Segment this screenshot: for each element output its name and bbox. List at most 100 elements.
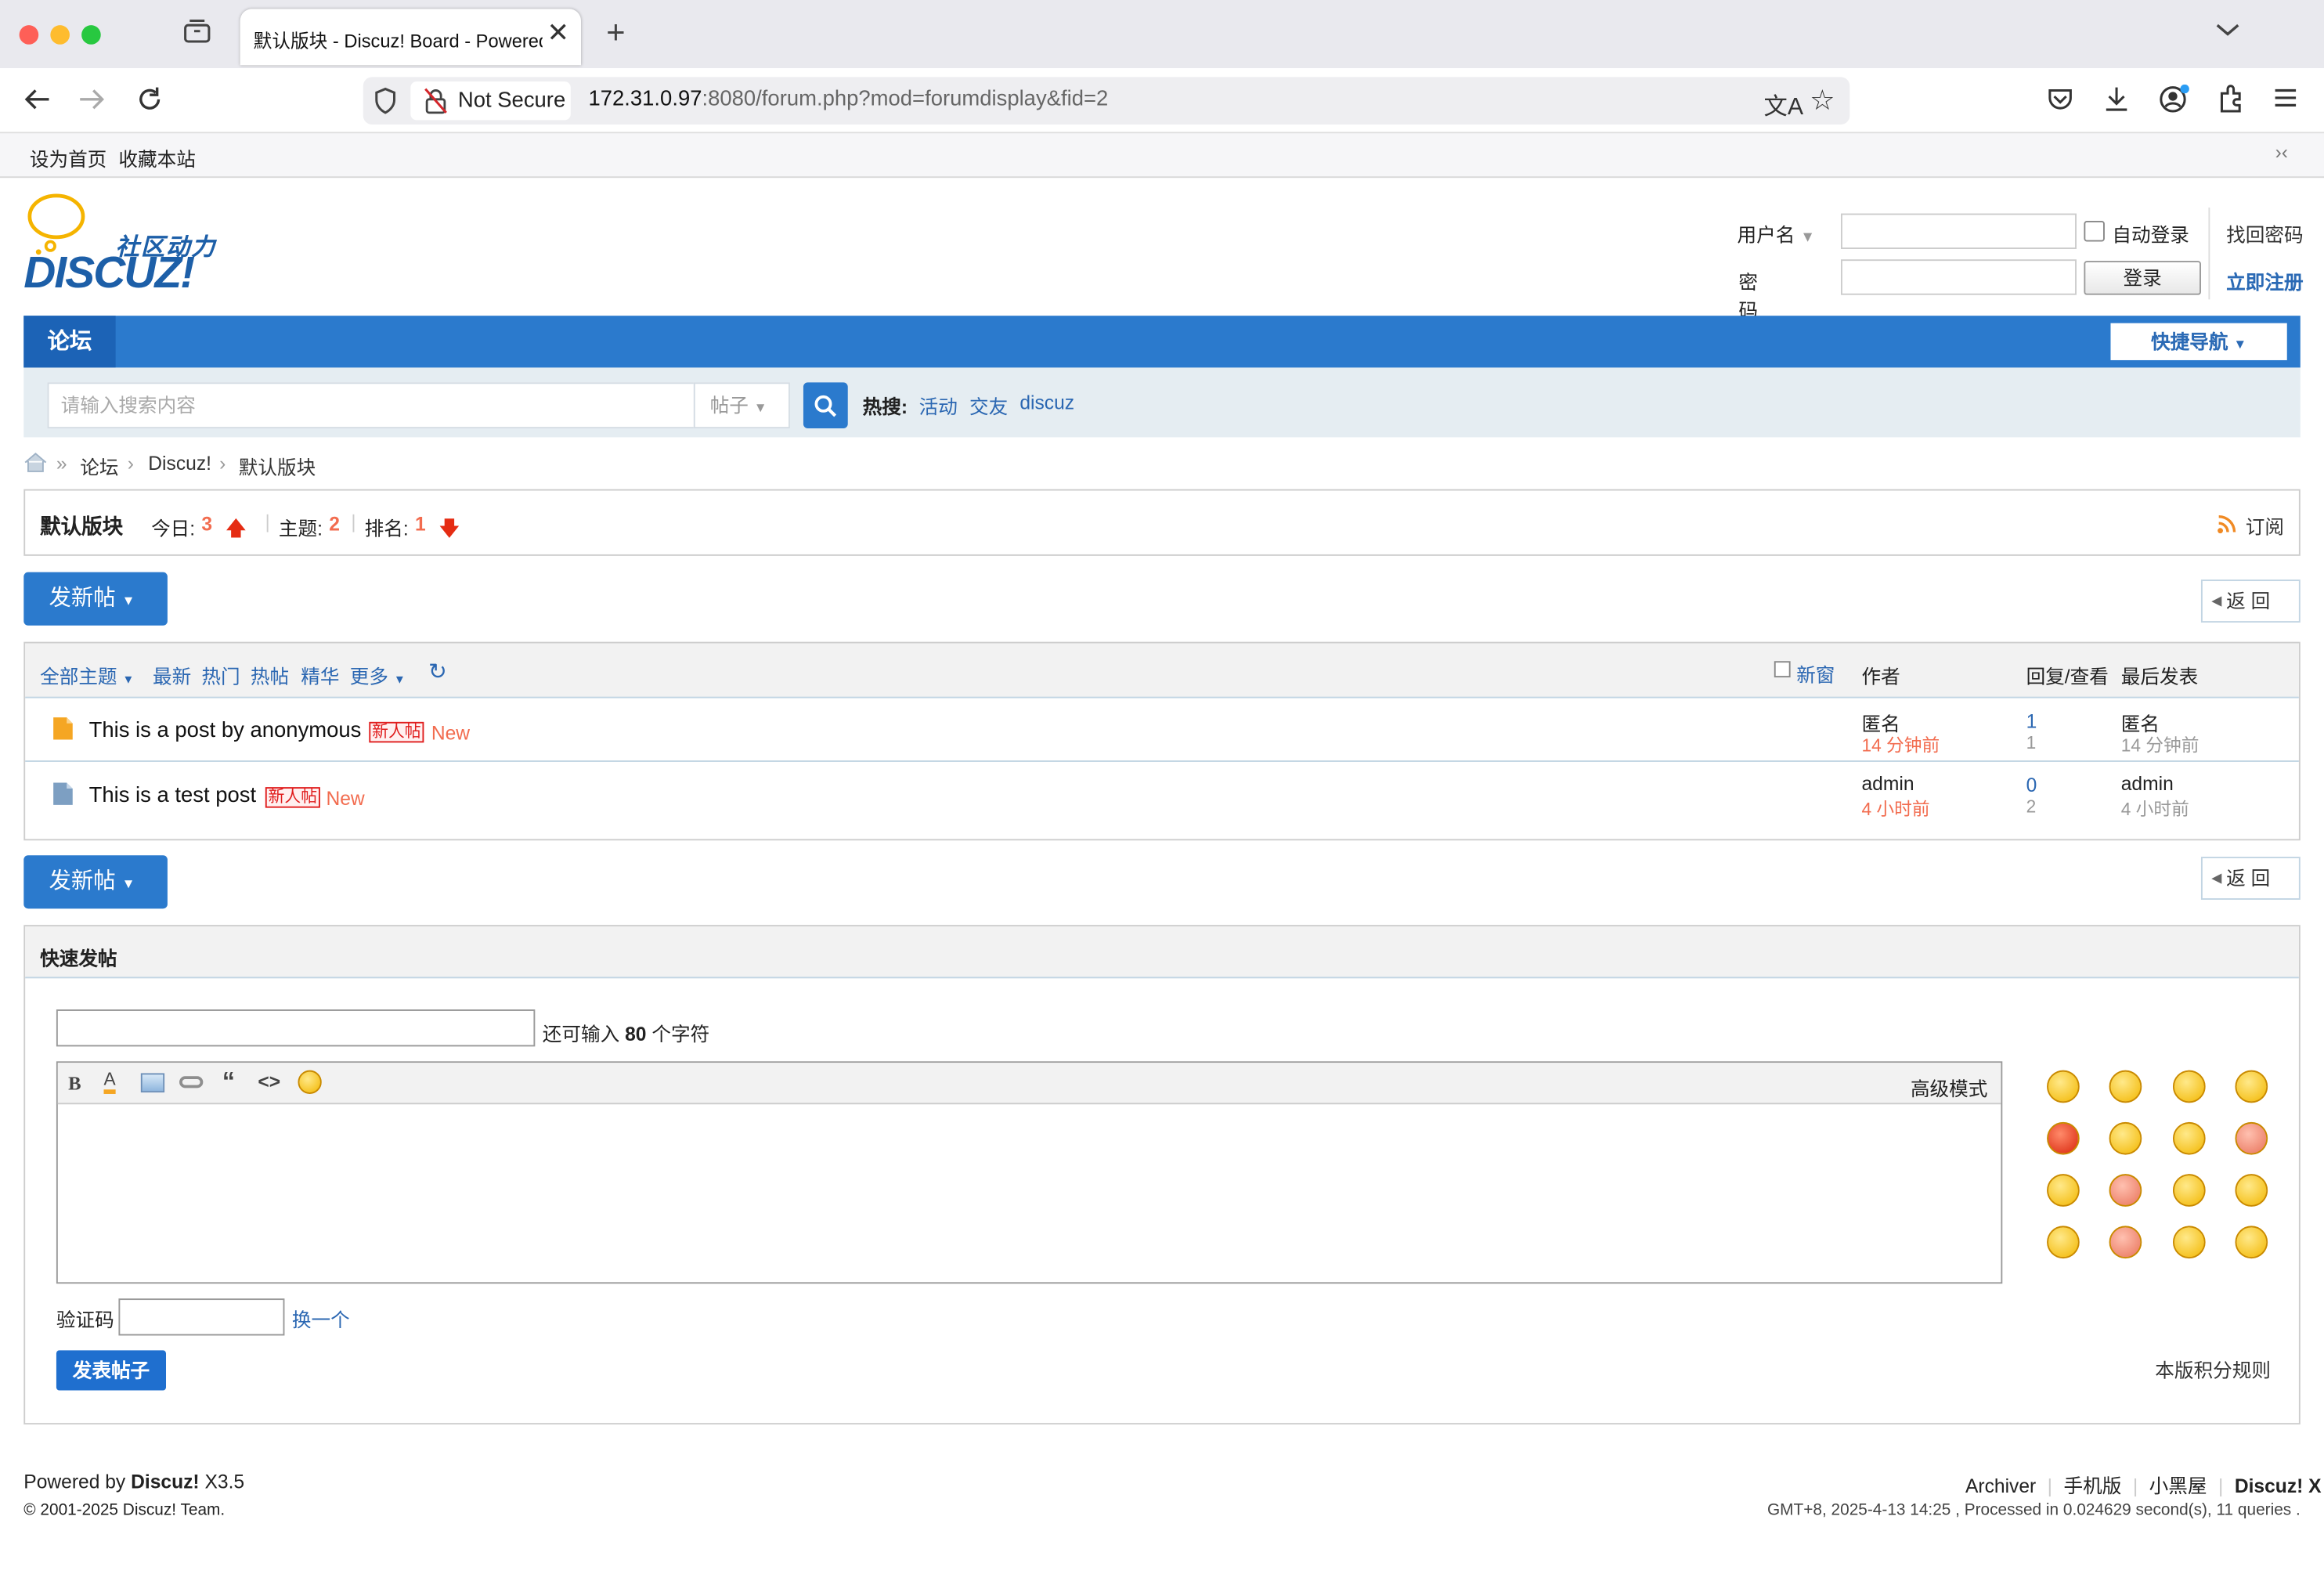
footer-brand[interactable]: Discuz! X [2235, 1475, 2322, 1496]
url-text[interactable]: 172.31.0.97:8080/forum.php?mod=forumdisp… [588, 88, 1108, 111]
tab-overview-icon[interactable] [182, 18, 212, 52]
breadcrumb-forum[interactable]: 论坛 [80, 452, 118, 480]
advanced-mode-link[interactable]: 高级模式 [1911, 1073, 1987, 1101]
bookmark-set-home[interactable]: 设为首页 [30, 144, 106, 172]
hot-term-dating[interactable]: 交友 [969, 392, 1008, 420]
submit-post-button[interactable]: 发表帖子 [56, 1350, 167, 1391]
refresh-icon[interactable]: ↻ [428, 658, 447, 684]
auto-login-checkbox[interactable] [2084, 221, 2105, 242]
shield-icon[interactable] [374, 87, 397, 119]
hot-term-activity[interactable]: 活动 [919, 392, 958, 420]
tab-list-chevron-icon[interactable] [2214, 21, 2241, 43]
collapse-icon[interactable]: ›‹ [2275, 141, 2288, 163]
search-input[interactable]: 请输入搜索内容 [47, 382, 695, 429]
smiley-icon[interactable] [2235, 1121, 2268, 1155]
filter-popular[interactable]: 热门 [201, 661, 240, 689]
footer-archiver-link[interactable]: Archiver [1965, 1475, 2036, 1496]
thread-title[interactable]: This is a post by anonymous [89, 719, 362, 742]
smiley-icon[interactable] [2047, 1226, 2080, 1259]
reload-icon[interactable] [135, 85, 164, 119]
breadcrumb-current[interactable]: 默认版块 [239, 452, 316, 480]
search-type-select[interactable]: 帖子 ▼ [693, 382, 790, 429]
address-bar[interactable]: Not Secure 172.31.0.97:8080/forum.php?mo… [363, 77, 1850, 125]
thread-title[interactable]: This is a test post [89, 784, 257, 807]
filter-more[interactable]: 更多 ▼ [350, 661, 406, 689]
smiley-icon[interactable] [2235, 1226, 2268, 1259]
smiley-icon[interactable] [2047, 1121, 2080, 1155]
quick-nav-button[interactable]: 快捷导航 ▼ [2110, 323, 2287, 360]
credit-rules-link[interactable]: 本版积分规则 [2155, 1355, 2271, 1383]
account-icon[interactable] [2158, 84, 2191, 119]
username-label[interactable]: 用户名 ▼ [1737, 219, 1814, 247]
browser-tab[interactable]: 默认版块 - Discuz! Board - Powered ✕ [240, 9, 582, 66]
thread-last-author[interactable]: admin [2121, 772, 2174, 794]
smiley-icon[interactable] [2047, 1070, 2080, 1103]
filter-all-topics[interactable]: 全部主题 ▼ [40, 661, 134, 689]
smiley-icon[interactable] [2109, 1174, 2142, 1207]
close-window-button[interactable] [19, 25, 39, 45]
powered-by-brand[interactable]: Discuz! [131, 1471, 200, 1493]
link-icon[interactable] [179, 1076, 204, 1088]
translate-icon[interactable]: 文A [1764, 86, 1804, 121]
table-row[interactable]: This is a test post 新人帖 New admin 4 小时前 … [25, 764, 2299, 827]
footer-mobile-link[interactable]: 手机版 [2064, 1475, 2122, 1496]
thread-replies[interactable]: 0 [2026, 774, 2037, 796]
filter-latest[interactable]: 最新 [153, 661, 191, 689]
smiley-icon[interactable] [2235, 1070, 2268, 1103]
breadcrumb-discuz[interactable]: Discuz! [148, 452, 211, 474]
bookmark-favorite[interactable]: 收藏本站 [118, 144, 195, 172]
code-icon[interactable]: <> [258, 1070, 280, 1092]
smiley-icon[interactable] [2235, 1174, 2268, 1207]
back-arrow-icon[interactable] [22, 86, 52, 117]
filter-digest[interactable]: 精华 [301, 661, 339, 689]
minimize-window-button[interactable] [50, 25, 70, 45]
copyright-brand[interactable]: Discuz! Team. [123, 1502, 225, 1520]
maximize-window-button[interactable] [81, 25, 101, 45]
new-window-label[interactable]: 新窗 [1796, 659, 1835, 688]
hot-term-discuz[interactable]: discuz [1019, 392, 1074, 413]
smiley-icon[interactable] [2172, 1226, 2206, 1259]
not-secure-badge[interactable]: Not Secure [410, 81, 571, 121]
extensions-icon[interactable] [2216, 85, 2246, 119]
pocket-icon[interactable] [2045, 86, 2075, 117]
captcha-change-link[interactable]: 换一个 [292, 1305, 350, 1333]
register-link[interactable]: 立即注册 [2226, 267, 2303, 295]
quote-icon[interactable]: “ [222, 1067, 235, 1097]
image-icon[interactable] [140, 1073, 165, 1093]
back-button[interactable]: ◀ 返 回 [2200, 579, 2301, 623]
smiley-icon[interactable] [2047, 1174, 2080, 1207]
captcha-input[interactable] [118, 1298, 285, 1336]
smiley-icon[interactable] [2172, 1121, 2206, 1155]
home-icon[interactable] [23, 452, 47, 473]
new-window-checkbox[interactable] [1774, 661, 1791, 678]
font-color-icon[interactable]: A [103, 1069, 116, 1094]
back-button-bottom[interactable]: ◀ 返 回 [2200, 857, 2301, 900]
smiley-icon[interactable] [298, 1070, 322, 1094]
new-post-button-bottom[interactable]: 发新帖 ▼ [23, 855, 168, 909]
editor-textarea[interactable] [58, 1106, 2001, 1282]
thread-author[interactable]: admin [1861, 772, 1914, 794]
new-tab-icon[interactable]: + [606, 13, 625, 52]
login-button[interactable]: 登录 [2084, 261, 2201, 295]
thread-replies[interactable]: 1 [2026, 710, 2037, 732]
discuz-logo[interactable]: 社区动力 DISCUZ! [23, 193, 238, 304]
search-button[interactable] [803, 382, 848, 429]
bold-icon[interactable]: B [68, 1072, 81, 1096]
filter-hot[interactable]: 热帖 [251, 661, 289, 689]
smiley-icon[interactable] [2172, 1174, 2206, 1207]
quick-post-subject-input[interactable] [56, 1009, 536, 1047]
password-input[interactable] [1840, 259, 2077, 295]
smiley-icon[interactable] [2109, 1121, 2142, 1155]
forward-arrow-icon[interactable] [77, 86, 106, 117]
tab-close-icon[interactable]: ✕ [547, 18, 569, 49]
new-post-button[interactable]: 发新帖 ▼ [23, 572, 168, 626]
nav-forum-tab[interactable]: 论坛 [23, 316, 116, 368]
menu-hamburger-icon[interactable] [2272, 86, 2299, 114]
smiley-icon[interactable] [2109, 1070, 2142, 1103]
username-input[interactable] [1840, 213, 2077, 250]
footer-blacklist-link[interactable]: 小黑屋 [2149, 1475, 2207, 1496]
smiley-icon[interactable] [2109, 1226, 2142, 1259]
smiley-icon[interactable] [2172, 1070, 2206, 1103]
bookmark-star-icon[interactable]: ☆ [1810, 85, 1835, 119]
table-row[interactable]: This is a post by anonymous 新人帖 New 匿名 1… [25, 699, 2299, 762]
